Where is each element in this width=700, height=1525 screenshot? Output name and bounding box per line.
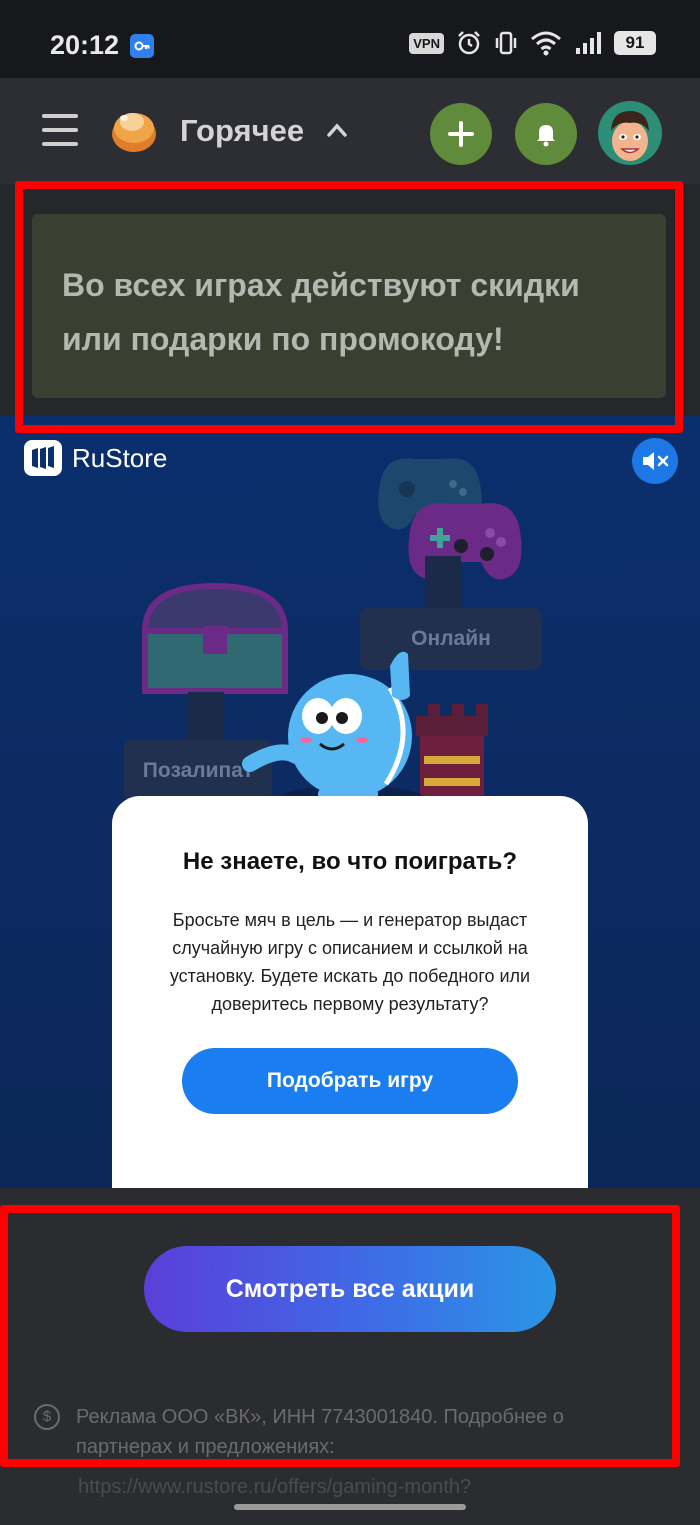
ad-card: Не знаете, во что поиграть? Бросьте мяч … — [112, 796, 588, 1188]
rustore-ad[interactable]: RuStore Онлайн Позалипат Не знаете, во ч… — [0, 416, 700, 1188]
vibrate-icon — [495, 31, 517, 55]
logo-icon[interactable] — [108, 104, 160, 156]
battery-indicator: 91 — [614, 31, 656, 55]
avatar[interactable] — [598, 101, 662, 165]
rustore-logo: RuStore — [24, 440, 167, 476]
annotation-box-footer — [0, 1205, 680, 1467]
plus-icon — [448, 121, 474, 147]
bell-icon — [537, 125, 555, 147]
gamepad-icon-purple — [408, 503, 522, 580]
ad-card-title: Не знаете, во что поиграть? — [182, 848, 518, 875]
status-time: 20:12 — [50, 30, 120, 60]
signal-icon — [576, 32, 601, 54]
sign-pole — [425, 556, 461, 616]
sign-pole-2 — [188, 692, 224, 742]
ad-card-body: Бросьте мяч в цель — и генератор выдаст … — [169, 910, 531, 1014]
pick-game-button[interactable]: Подобрать игру — [182, 1048, 518, 1114]
add-post-button[interactable] — [430, 103, 492, 165]
vpn-badge: VPN — [409, 32, 444, 54]
wifi-icon — [531, 31, 561, 56]
rustore-brand: RuStore — [72, 442, 168, 473]
chevron-up-icon[interactable] — [326, 122, 348, 138]
volume-muted-icon — [643, 452, 669, 470]
page-title[interactable]: Горячее — [180, 113, 304, 149]
home-indicator[interactable] — [234, 1504, 466, 1510]
status-icons: VPN 91 — [409, 30, 656, 56]
alarm-icon — [458, 31, 480, 55]
status-bar: 20:12 VPN 91 — [0, 0, 700, 78]
annotation-box-promo — [15, 181, 683, 433]
app-header: Горячее — [0, 78, 700, 184]
mute-button[interactable] — [632, 438, 678, 484]
vpn-key-icon — [130, 34, 154, 58]
mascot-ball-icon — [242, 651, 422, 806]
rustore-logo-icon — [24, 440, 62, 476]
menu-icon[interactable] — [42, 114, 78, 146]
notifications-button[interactable] — [515, 103, 577, 165]
ad-link[interactable]: https://www.rustore.ru/offers/gaming-mon… — [78, 1476, 471, 1499]
